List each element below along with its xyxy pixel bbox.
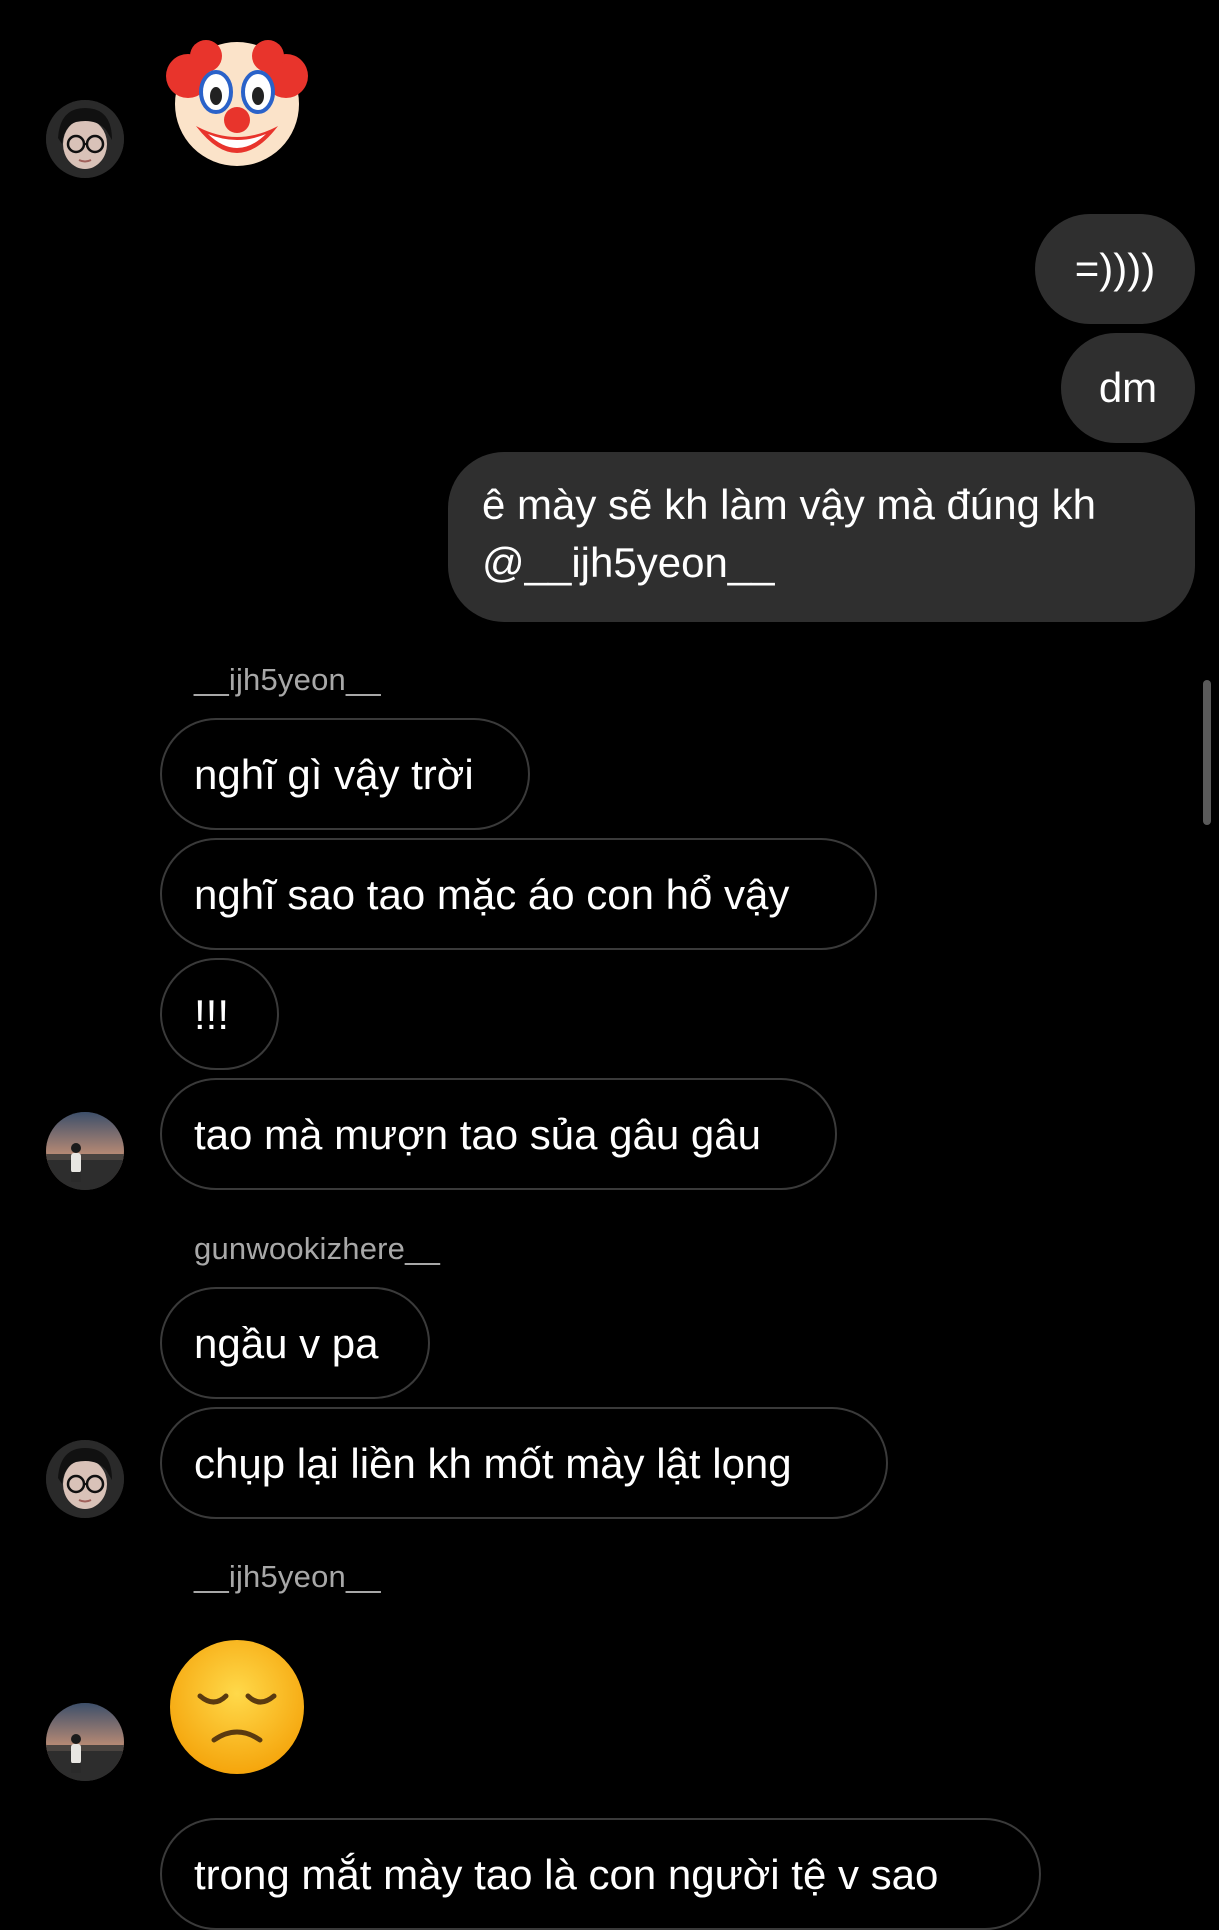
incoming-message[interactable]: !!! — [160, 958, 279, 1070]
incoming-message[interactable]: tao mà mượn tao sủa gâu gâu — [160, 1078, 837, 1190]
message-text: dm — [1098, 364, 1158, 411]
mention-link[interactable]: @__ijh5yeon__ — [482, 534, 1161, 592]
incoming-message[interactable]: chụp lại liền kh mốt mày lật lọng — [160, 1407, 888, 1519]
message-text: nghĩ sao tao mặc áo con hổ vậy — [194, 871, 790, 918]
message-text: ngầu v pa — [194, 1320, 379, 1367]
message-text: chụp lại liền kh mốt mày lật lọng — [194, 1440, 792, 1487]
outgoing-message[interactable]: ê mày sẽ kh làm vậy mà đúng kh @__ijh5ye… — [448, 452, 1195, 622]
message-text: !!! — [194, 991, 230, 1038]
message-text: trong mắt mày tao là con người tệ v sao — [194, 1851, 939, 1898]
clown-emoji[interactable] — [166, 30, 308, 172]
disappointed-face-emoji[interactable] — [166, 1636, 308, 1778]
sender-name: gunwookizhere__ — [194, 1231, 441, 1266]
scrollbar[interactable] — [1203, 680, 1211, 825]
message-text: nghĩ gì vậy trời — [194, 751, 474, 798]
sender-name: __ijh5yeon__ — [194, 1559, 381, 1594]
incoming-message[interactable]: trong mắt mày tao là con người tệ v sao — [160, 1818, 1041, 1930]
message-text-line: ê mày sẽ kh làm vậy mà đúng kh — [482, 481, 1096, 528]
outgoing-message[interactable]: =)))) — [1035, 214, 1195, 324]
avatar-ijh5yeon[interactable] — [46, 1112, 124, 1190]
incoming-message[interactable]: ngầu v pa — [160, 1287, 430, 1399]
avatar-gunwookizhere[interactable] — [46, 1440, 124, 1518]
avatar-ijh5yeon[interactable] — [46, 1703, 124, 1781]
avatar-gunwookizhere[interactable] — [46, 100, 124, 178]
outgoing-message[interactable]: dm — [1061, 333, 1195, 443]
incoming-message[interactable]: nghĩ gì vậy trời — [160, 718, 530, 830]
message-text: tao mà mượn tao sủa gâu gâu — [194, 1111, 761, 1158]
sender-name: __ijh5yeon__ — [194, 662, 381, 697]
incoming-message[interactable]: nghĩ sao tao mặc áo con hổ vậy — [160, 838, 877, 950]
message-text: =)))) — [1074, 245, 1156, 292]
